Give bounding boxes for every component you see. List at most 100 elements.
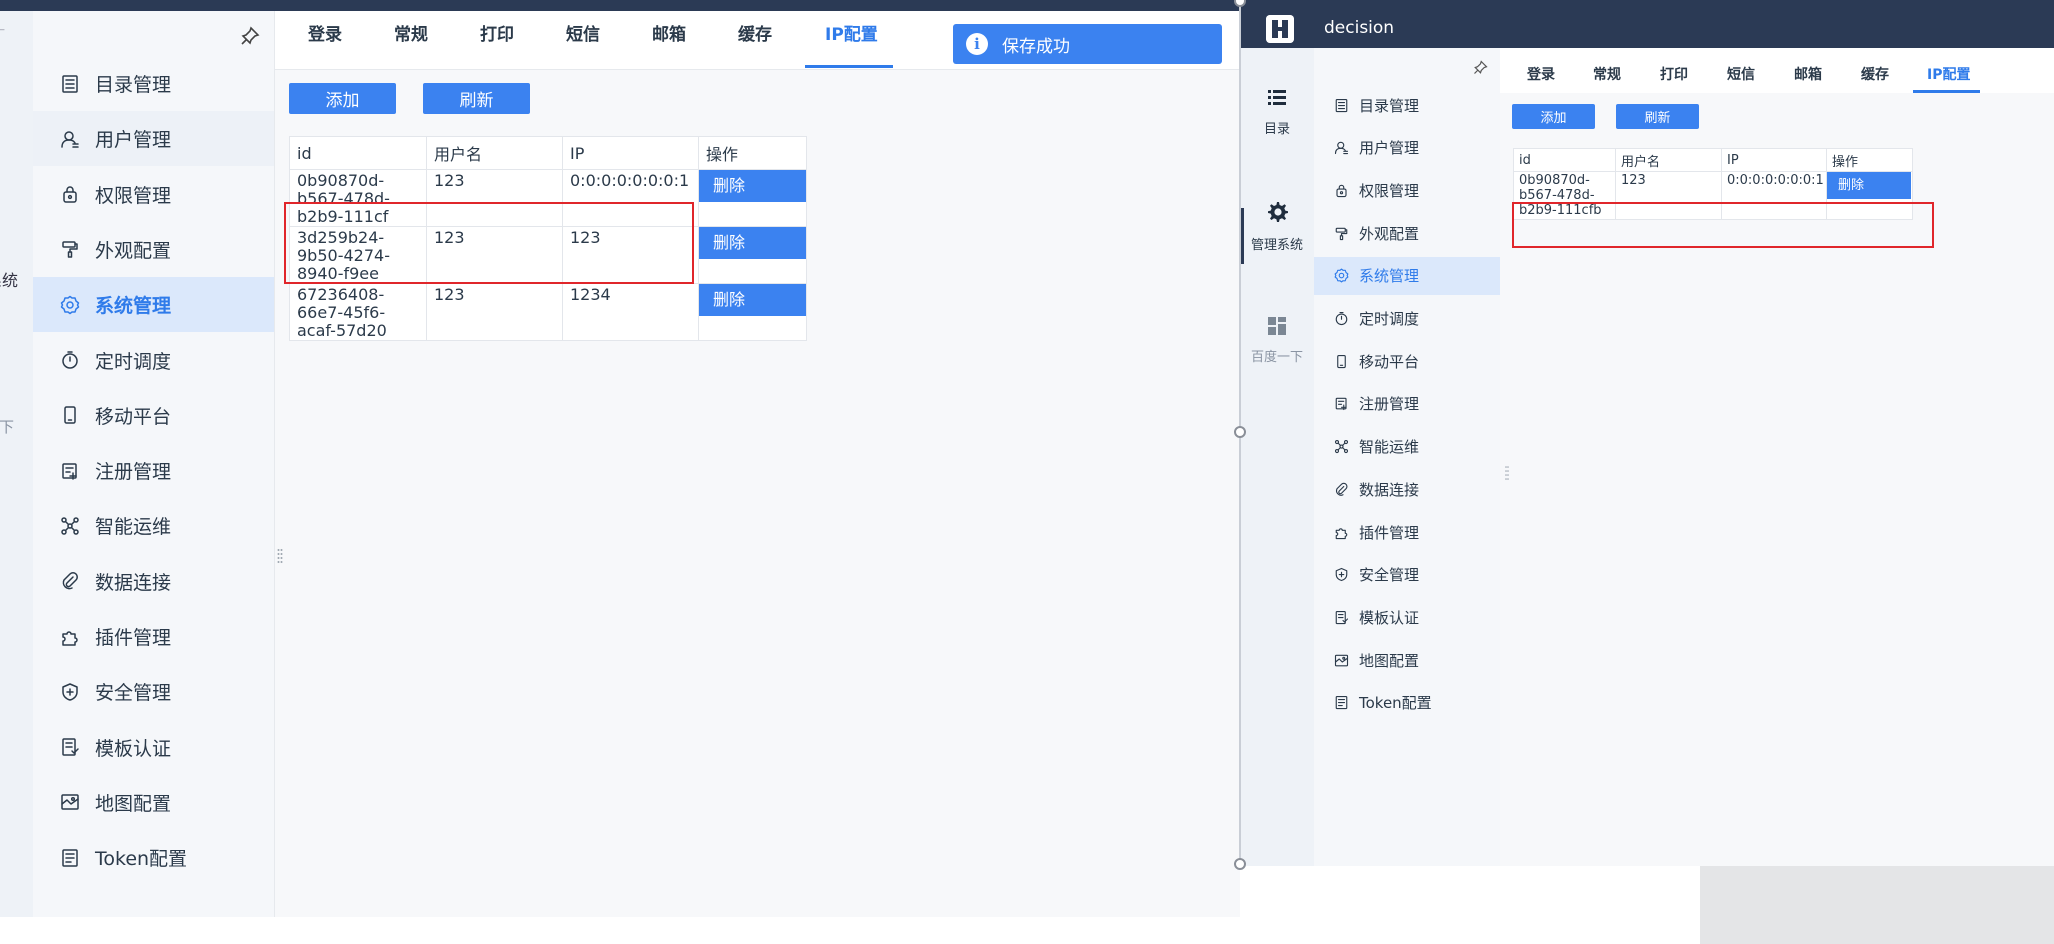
- sidebar-item-token-config[interactable]: Token配置: [1314, 684, 1500, 722]
- delete-button[interactable]: 删除: [1827, 172, 1911, 199]
- tab-cache[interactable]: 缓存: [738, 20, 772, 45]
- user-icon: [61, 131, 79, 148]
- sidebar-item-system[interactable]: 系统管理: [1314, 256, 1500, 295]
- sidebar-item-data-connection[interactable]: 数据连接: [1314, 470, 1500, 508]
- sidebar-item-label: 注册管理: [1359, 395, 1420, 414]
- resize-handle-icon[interactable]: [1505, 465, 1509, 481]
- sidebar-item-label: 模板认证: [1359, 608, 1420, 627]
- delete-button[interactable]: 删除: [699, 227, 806, 259]
- add-button[interactable]: 添加: [1512, 104, 1595, 129]
- sidebar-item-mobile[interactable]: 移动平台: [1314, 342, 1500, 380]
- sidebar-item-label: 系统管理: [95, 295, 172, 318]
- highlight-box: [1512, 202, 1934, 248]
- primary-nav-baidu[interactable]: 百度一下: [1240, 316, 1314, 365]
- sidebar-item-label: 安全管理: [95, 682, 172, 705]
- resize-handle-icon[interactable]: [277, 548, 283, 566]
- primary-nav-catalog[interactable]: 目录: [1240, 86, 1314, 137]
- token-icon: [62, 848, 78, 867]
- tab-ip-config[interactable]: IP配置: [825, 20, 878, 45]
- info-icon: i: [966, 33, 988, 55]
- sidebar-item-permissions[interactable]: 权限管理: [1314, 171, 1500, 209]
- sidebar-item-scheduler[interactable]: 定时调度: [33, 333, 274, 388]
- tab-cache[interactable]: 缓存: [1861, 64, 1889, 84]
- pin-icon[interactable]: [1473, 60, 1488, 75]
- nav-fragment-baidu[interactable]: 一下: [0, 416, 14, 437]
- sidebar-item-label: Token配置: [1359, 694, 1432, 713]
- tab-sms[interactable]: 短信: [566, 20, 600, 45]
- sidebar-item-template-auth[interactable]: 模板认证: [1314, 598, 1500, 636]
- table-header-row: id 用户名 IP 操作: [289, 136, 807, 170]
- tab-login[interactable]: 登录: [1527, 64, 1555, 84]
- paint-roller-icon: [1335, 227, 1347, 240]
- refresh-button[interactable]: 刷新: [1616, 104, 1699, 129]
- delete-button[interactable]: 删除: [699, 170, 806, 202]
- sidebar-item-label: 权限管理: [95, 184, 172, 207]
- sidebar-item-appearance[interactable]: 外观配置: [1314, 214, 1500, 252]
- tab-general[interactable]: 常规: [1593, 64, 1621, 84]
- sidebar-item-label: 用户管理: [95, 129, 172, 152]
- sidebar-item-security[interactable]: 安全管理: [1314, 556, 1500, 594]
- sidebar-item-template-auth[interactable]: 模板认证: [33, 720, 274, 775]
- sidebar-item-label: 注册管理: [95, 461, 172, 484]
- mobile-icon: [64, 406, 76, 425]
- sidebar-item-permissions[interactable]: 权限管理: [33, 167, 274, 222]
- highlight-box: [284, 202, 694, 284]
- lock-icon: [63, 186, 77, 203]
- table-row: 67236408-66e7-45f6-acaf-57d20 123 1234 删…: [289, 283, 807, 341]
- column-header-username: 用户名: [426, 136, 563, 170]
- delete-button[interactable]: 删除: [699, 284, 806, 316]
- sidebar-item-appearance[interactable]: 外观配置: [33, 222, 274, 277]
- tab-email[interactable]: 邮箱: [652, 20, 686, 45]
- tab-ip-config[interactable]: IP配置: [1927, 64, 1970, 84]
- primary-nav-admin[interactable]: 管理系统: [1240, 200, 1314, 253]
- sidebar-item-users[interactable]: 用户管理: [1314, 129, 1500, 167]
- template-icon: [1335, 610, 1348, 624]
- sidebar-item-ops[interactable]: 智能运维: [1314, 428, 1500, 466]
- pin-icon[interactable]: [240, 26, 260, 46]
- sidebar-item-label: 插件管理: [95, 627, 172, 649]
- sidebar-item-scheduler[interactable]: 定时调度: [1314, 300, 1500, 338]
- resize-handle-bottom[interactable]: [1234, 858, 1246, 870]
- column-header-id: id: [289, 136, 427, 170]
- sidebar-item-catalog[interactable]: 目录管理: [33, 56, 274, 111]
- sidebar-item-ops[interactable]: 智能运维: [33, 498, 274, 553]
- sidebar-item-label: 外观配置: [95, 239, 172, 262]
- network-icon: [61, 517, 79, 535]
- sidebar-item-system[interactable]: 系统管理: [33, 277, 274, 333]
- refresh-button[interactable]: 刷新: [423, 83, 530, 114]
- tab-sms[interactable]: 短信: [1727, 64, 1755, 84]
- primary-nav-bar: [1240, 48, 1315, 866]
- mobile-icon: [1336, 354, 1346, 368]
- tab-general[interactable]: 常规: [394, 20, 428, 45]
- cell-ip: 1234: [562, 283, 699, 341]
- sidebar-item-mobile[interactable]: 移动平台: [33, 388, 274, 443]
- tab-email[interactable]: 邮箱: [1794, 64, 1822, 84]
- add-button[interactable]: 添加: [289, 83, 396, 114]
- nav-fragment-system[interactable]: 系统: [0, 267, 18, 291]
- sidebar-item-security[interactable]: 安全管理: [33, 664, 274, 719]
- collapsed-nav-strip: ⁻ 系统 一下: [0, 11, 34, 917]
- column-header-ip: IP: [562, 136, 699, 170]
- primary-nav-baidu-label: 百度一下: [1250, 350, 1303, 365]
- sidebar-item-plugins[interactable]: 插件管理: [1314, 513, 1500, 551]
- resize-handle-middle[interactable]: [1234, 426, 1246, 438]
- sidebar-item-map-config[interactable]: 地图配置: [1314, 641, 1500, 679]
- primary-nav-catalog-label: 目录: [1263, 122, 1290, 137]
- catalog-icon: [1335, 98, 1347, 112]
- sidebar-item-registration[interactable]: 注册管理: [1314, 385, 1500, 423]
- sidebar-item-data-connection[interactable]: 数据连接: [33, 554, 274, 609]
- sidebar-item-map-config[interactable]: 地图配置: [33, 775, 274, 830]
- tab-print[interactable]: 打印: [480, 20, 514, 45]
- sidebar-item-registration[interactable]: 注册管理: [33, 443, 274, 498]
- tab-login[interactable]: 登录: [308, 20, 342, 45]
- sidebar-item-catalog[interactable]: 目录管理: [1314, 86, 1500, 124]
- tab-print[interactable]: 打印: [1660, 64, 1688, 84]
- sidebar-item-label: 权限管理: [1359, 181, 1420, 200]
- gear-icon: [60, 295, 80, 314]
- sidebar-item-users[interactable]: 用户管理: [33, 111, 274, 167]
- catalog-icon: [62, 74, 78, 93]
- paperclip-icon: [1335, 482, 1347, 496]
- sidebar-item-token-config[interactable]: Token配置: [33, 830, 274, 885]
- sidebar-item-plugins[interactable]: 插件管理: [33, 609, 274, 664]
- app-title: decision: [1324, 18, 1395, 38]
